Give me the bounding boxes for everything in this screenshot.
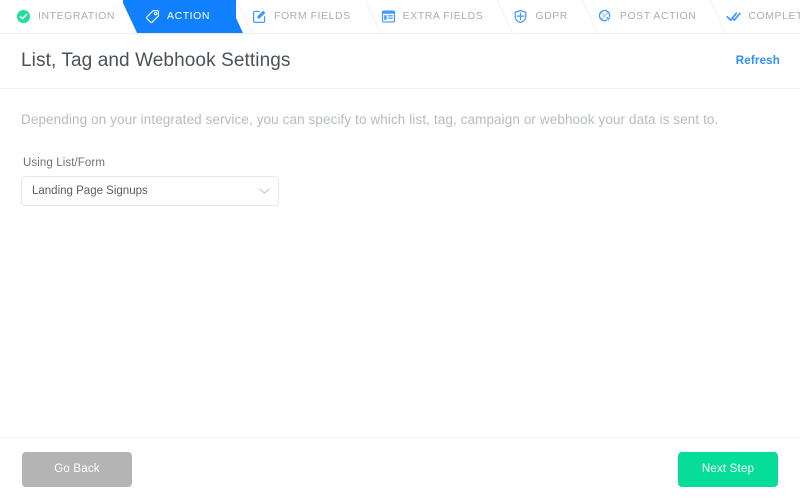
- tag-icon: [145, 9, 160, 24]
- shield-icon: [513, 9, 528, 24]
- step-label: GDPR: [535, 10, 568, 23]
- double-check-icon: [726, 9, 742, 24]
- list-form-select-wrapper: Landing Page Signups: [21, 175, 279, 206]
- cursor-click-icon: [598, 9, 613, 24]
- step-integration[interactable]: INTEGRATION: [0, 0, 130, 33]
- list-form-selected-value: Landing Page Signups: [32, 184, 148, 197]
- step-label: COMPLETE: [748, 10, 800, 23]
- list-form-select[interactable]: Landing Page Signups: [21, 175, 279, 206]
- step-form-fields[interactable]: FORM FIELDS: [236, 0, 365, 33]
- step-label: ACTION: [167, 10, 210, 23]
- main-content: Depending on your integrated service, yo…: [0, 89, 800, 437]
- refresh-link[interactable]: Refresh: [736, 55, 780, 67]
- next-step-button[interactable]: Next Step: [678, 451, 778, 487]
- step-label: POST ACTION: [619, 10, 697, 23]
- wizard-footer: Go Back Next Step: [0, 437, 800, 500]
- list-form-label: Using List/Form: [23, 156, 106, 169]
- step-label: EXTRA FIELDS: [402, 10, 484, 23]
- step-progress-bar: INTEGRATION ACTION FORM FIELDS EXTRA FIE…: [0, 0, 800, 34]
- step-label: FORM FIELDS: [274, 10, 351, 23]
- description-text: Depending on your integrated service, yo…: [21, 112, 719, 127]
- page-title: List, Tag and Webhook Settings: [21, 50, 291, 71]
- wizard-page: INTEGRATION ACTION FORM FIELDS EXTRA FIE…: [0, 0, 800, 500]
- edit-square-icon: [252, 9, 267, 24]
- page-header: List, Tag and Webhook Settings Refresh: [0, 34, 800, 89]
- step-gdpr[interactable]: GDPR: [497, 0, 582, 33]
- step-complete[interactable]: COMPLETE: [710, 0, 800, 33]
- step-action[interactable]: ACTION: [123, 0, 236, 33]
- window-list-icon: [381, 9, 396, 24]
- step-extra-fields[interactable]: EXTRA FIELDS: [364, 0, 498, 33]
- step-post-action[interactable]: POST ACTION: [581, 0, 711, 33]
- step-label: INTEGRATION: [38, 10, 116, 23]
- check-circle-icon: [16, 9, 31, 24]
- go-back-button[interactable]: Go Back: [22, 451, 132, 487]
